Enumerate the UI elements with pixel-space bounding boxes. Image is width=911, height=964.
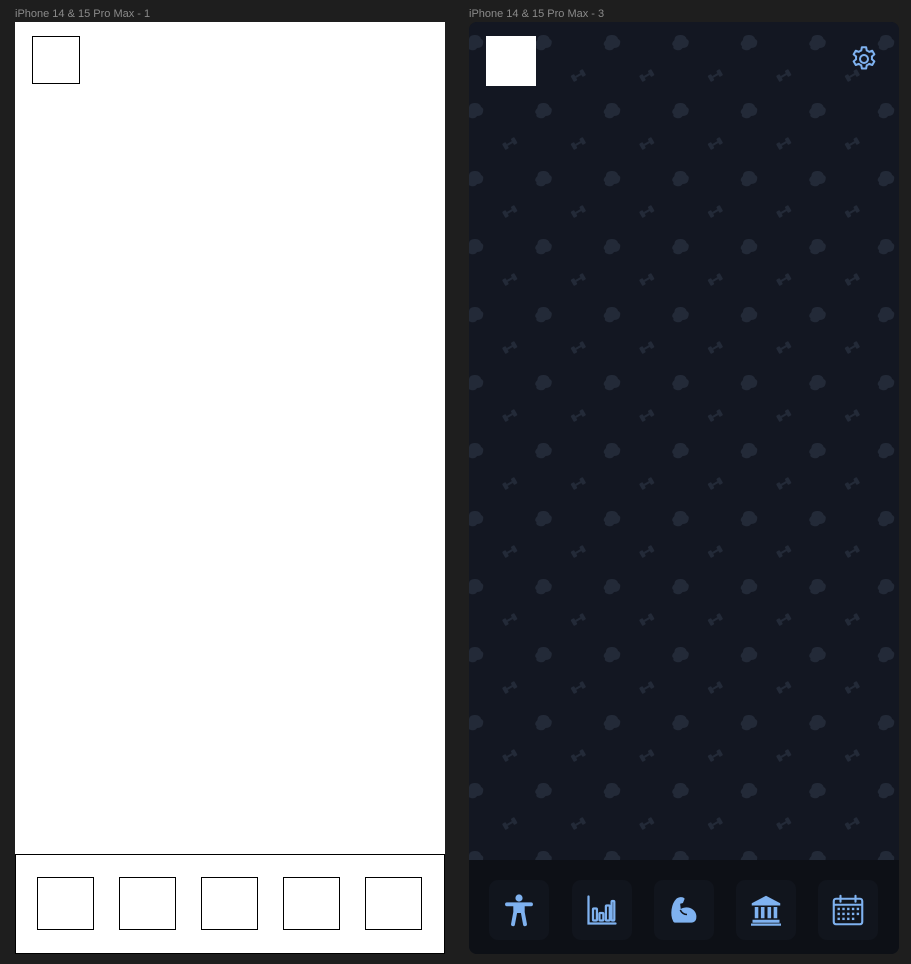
calendar-icon (832, 894, 864, 926)
tab-calendar[interactable] (818, 880, 878, 940)
bank-icon (751, 895, 781, 926)
wireframe-tab-slot (283, 877, 340, 930)
wireframe-tab-slot (365, 877, 422, 930)
wireframe-tab-slot (119, 877, 176, 930)
wireframe-tab-slot (37, 877, 94, 930)
wireframe-tab-slot (201, 877, 258, 930)
wireframe-frame (15, 22, 445, 954)
dark-frame (469, 22, 899, 954)
top-placeholder (486, 36, 536, 86)
tab-accessibility[interactable] (489, 880, 549, 940)
frame-label-3: iPhone 14 & 15 Pro Max - 3 (469, 8, 605, 20)
bottom-tab-bar (469, 860, 899, 954)
gear-icon (852, 46, 876, 70)
wireframe-top-placeholder (32, 36, 80, 84)
tab-bank[interactable] (736, 880, 796, 940)
bar-chart-icon (587, 895, 617, 925)
flexed-bicep-icon (671, 897, 697, 923)
tab-stats[interactable] (572, 880, 632, 940)
tab-strength[interactable] (654, 880, 714, 940)
wireframe-tab-bar (15, 854, 445, 954)
background-pattern (469, 22, 899, 954)
settings-button[interactable] (849, 44, 879, 74)
accessibility-icon (505, 894, 533, 927)
frame-label-1: iPhone 14 & 15 Pro Max - 1 (15, 8, 151, 20)
